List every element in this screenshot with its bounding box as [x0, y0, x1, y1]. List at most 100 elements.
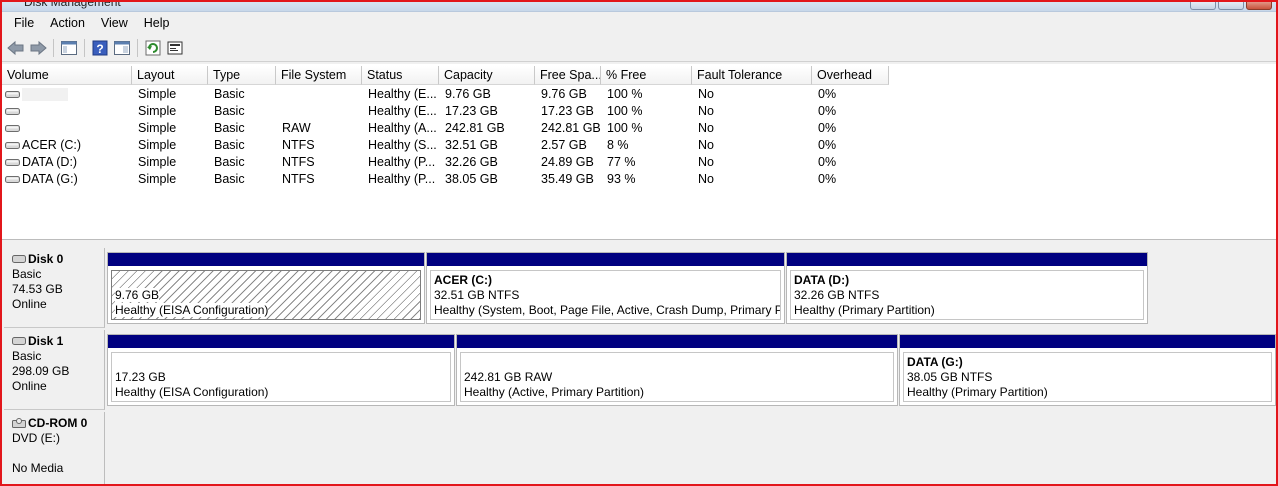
- disk-1-name: Disk 1: [28, 334, 64, 348]
- menu-help[interactable]: Help: [136, 12, 178, 34]
- partition-body: DATA (D:) 32.26 GB NTFS Healthy (Primary…: [790, 270, 1144, 320]
- maximize-button[interactable]: [1218, 2, 1244, 10]
- cell-volume: ACER (C:): [22, 138, 82, 152]
- cell-percent-free: 8 %: [607, 138, 629, 152]
- title-bar: Disk Management: [2, 2, 1276, 12]
- column-header-percent-free[interactable]: % Free: [601, 66, 692, 85]
- cell-percent-free: 77 %: [607, 155, 636, 169]
- partition-raw[interactable]: 242.81 GB RAW Healthy (Active, Primary P…: [456, 334, 898, 406]
- disk-0-status: Online: [12, 297, 47, 311]
- svg-text:?: ?: [96, 42, 103, 56]
- cell-free-space: 242.81 GB: [541, 121, 601, 135]
- disk-1-label[interactable]: Disk 1 Basic 298.09 GB Online: [4, 330, 105, 410]
- help-icon[interactable]: ?: [89, 37, 111, 59]
- cell-file-system: RAW: [282, 121, 311, 135]
- volume-row[interactable]: DATA (G:) Simple Basic NTFS Healthy (P..…: [2, 171, 902, 188]
- toolbar-separator: [137, 38, 138, 57]
- disk-1-size: 298.09 GB: [12, 364, 70, 378]
- cdrom-0-name: CD-ROM 0: [28, 416, 88, 430]
- window-controls: [1190, 2, 1272, 10]
- disk-0-label[interactable]: Disk 0 Basic 74.53 GB Online: [4, 248, 105, 328]
- properties-icon[interactable]: [111, 37, 133, 59]
- cell-capacity: 242.81 GB: [445, 121, 505, 135]
- cell-percent-free: 100 %: [607, 121, 643, 135]
- partition-acer-c[interactable]: ACER (C:) 32.51 GB NTFS Healthy (System,…: [426, 252, 785, 324]
- cell-status: Healthy (P...: [368, 155, 436, 169]
- menu-view[interactable]: View: [93, 12, 136, 34]
- column-header-status[interactable]: Status: [362, 66, 439, 85]
- cell-type: Basic: [214, 138, 245, 152]
- cell-layout: Simple: [138, 121, 177, 135]
- rescan-disks-icon[interactable]: [164, 37, 186, 59]
- disk-1-type: Basic: [12, 349, 42, 363]
- cell-percent-free: 100 %: [607, 87, 643, 101]
- partition-bar: [900, 335, 1275, 349]
- cell-volume: [16, 103, 22, 120]
- hard-drive-icon: [5, 91, 20, 98]
- cell-volume: DATA (D:): [22, 155, 78, 169]
- partition-status: Healthy (Primary Partition): [907, 385, 1048, 399]
- column-header-capacity[interactable]: Capacity: [439, 66, 535, 85]
- forward-arrow-icon[interactable]: [27, 37, 49, 59]
- cell-layout: Simple: [138, 138, 177, 152]
- disk-0-size: 74.53 GB: [12, 282, 63, 296]
- toolbar-separator: [53, 38, 54, 57]
- cell-fault-tolerance: No: [698, 87, 714, 101]
- disk-0-type: Basic: [12, 267, 42, 281]
- cell-fault-tolerance: No: [698, 155, 714, 169]
- volume-row[interactable]: DATA (D:) Simple Basic NTFS Healthy (P..…: [2, 154, 902, 171]
- cdrom-0-type: DVD (E:): [12, 431, 60, 445]
- back-arrow-icon[interactable]: [5, 37, 27, 59]
- console-tree-icon[interactable]: [58, 37, 80, 59]
- cell-file-system: NTFS: [282, 172, 315, 186]
- disk-map: Disk 0 Basic 74.53 GB Online 9.76 GB Hea…: [2, 242, 1276, 484]
- volume-row[interactable]: Simple Basic Healthy (E... 17.23 GB 17.2…: [2, 103, 902, 120]
- volume-row[interactable]: Simple Basic Healthy (E... 9.76 GB 9.76 …: [2, 86, 902, 103]
- partition-size: 32.51 GB NTFS: [434, 288, 520, 302]
- partition-size: 32.26 GB NTFS: [794, 288, 880, 302]
- cell-fault-tolerance: No: [698, 172, 714, 186]
- volume-row[interactable]: ACER (C:) Simple Basic NTFS Healthy (S..…: [2, 137, 902, 154]
- disk-name: CD-ROM 0: [12, 416, 104, 431]
- partition-body: 17.23 GB Healthy (EISA Configuration): [111, 352, 451, 402]
- column-header-overhead[interactable]: Overhead: [812, 66, 889, 85]
- cell-type: Basic: [214, 172, 245, 186]
- partition-data-g[interactable]: DATA (G:) 38.05 GB NTFS Healthy (Primary…: [899, 334, 1276, 406]
- partition-bar: [108, 253, 424, 267]
- close-button[interactable]: [1246, 2, 1272, 10]
- cell-percent-free: 93 %: [607, 172, 636, 186]
- disk-management-window: Disk Management File Action View Help ?: [0, 0, 1278, 486]
- cell-overhead: 0%: [818, 172, 837, 186]
- menu-file[interactable]: File: [6, 12, 42, 34]
- cell-capacity: 32.51 GB: [445, 138, 498, 152]
- cell-layout: Simple: [138, 87, 177, 101]
- partition-name: DATA (G:): [907, 355, 963, 369]
- column-header-layout[interactable]: Layout: [132, 66, 208, 85]
- partition-disk1-eisa[interactable]: 17.23 GB Healthy (EISA Configuration): [107, 334, 455, 406]
- partition-status: Healthy (Primary Partition): [794, 303, 935, 317]
- menu-action[interactable]: Action: [42, 12, 93, 34]
- partition-disk0-eisa[interactable]: 9.76 GB Healthy (EISA Configuration): [107, 252, 425, 324]
- menu-bar: File Action View Help: [2, 12, 1276, 34]
- partition-data-d[interactable]: DATA (D:) 32.26 GB NTFS Healthy (Primary…: [786, 252, 1148, 324]
- disk-name: Disk 1: [12, 334, 104, 349]
- disk-icon: [12, 255, 26, 263]
- minimize-button[interactable]: [1190, 2, 1216, 10]
- partition-status: Healthy (EISA Configuration): [115, 385, 269, 399]
- partition-size: 242.81 GB RAW: [464, 370, 553, 384]
- column-header-volume[interactable]: Volume: [2, 66, 132, 85]
- cell-status: Healthy (E...: [368, 104, 437, 118]
- volume-list: Volume Layout Type File System Status Ca…: [2, 64, 1276, 240]
- partition-bar: [457, 335, 897, 349]
- cell-status: Healthy (S...: [368, 138, 437, 152]
- volume-row[interactable]: Simple Basic RAW Healthy (A... 242.81 GB…: [2, 120, 902, 137]
- cell-status: Healthy (E...: [368, 87, 437, 101]
- refresh-icon[interactable]: [142, 37, 164, 59]
- column-header-fault-tolerance[interactable]: Fault Tolerance: [692, 66, 812, 85]
- cell-type: Basic: [214, 155, 245, 169]
- column-header-file-system[interactable]: File System: [276, 66, 362, 85]
- cdrom-0-label[interactable]: CD-ROM 0 DVD (E:) No Media: [4, 412, 105, 484]
- column-header-free-space[interactable]: Free Spa...: [535, 66, 601, 85]
- cell-fault-tolerance: No: [698, 121, 714, 135]
- column-header-type[interactable]: Type: [208, 66, 276, 85]
